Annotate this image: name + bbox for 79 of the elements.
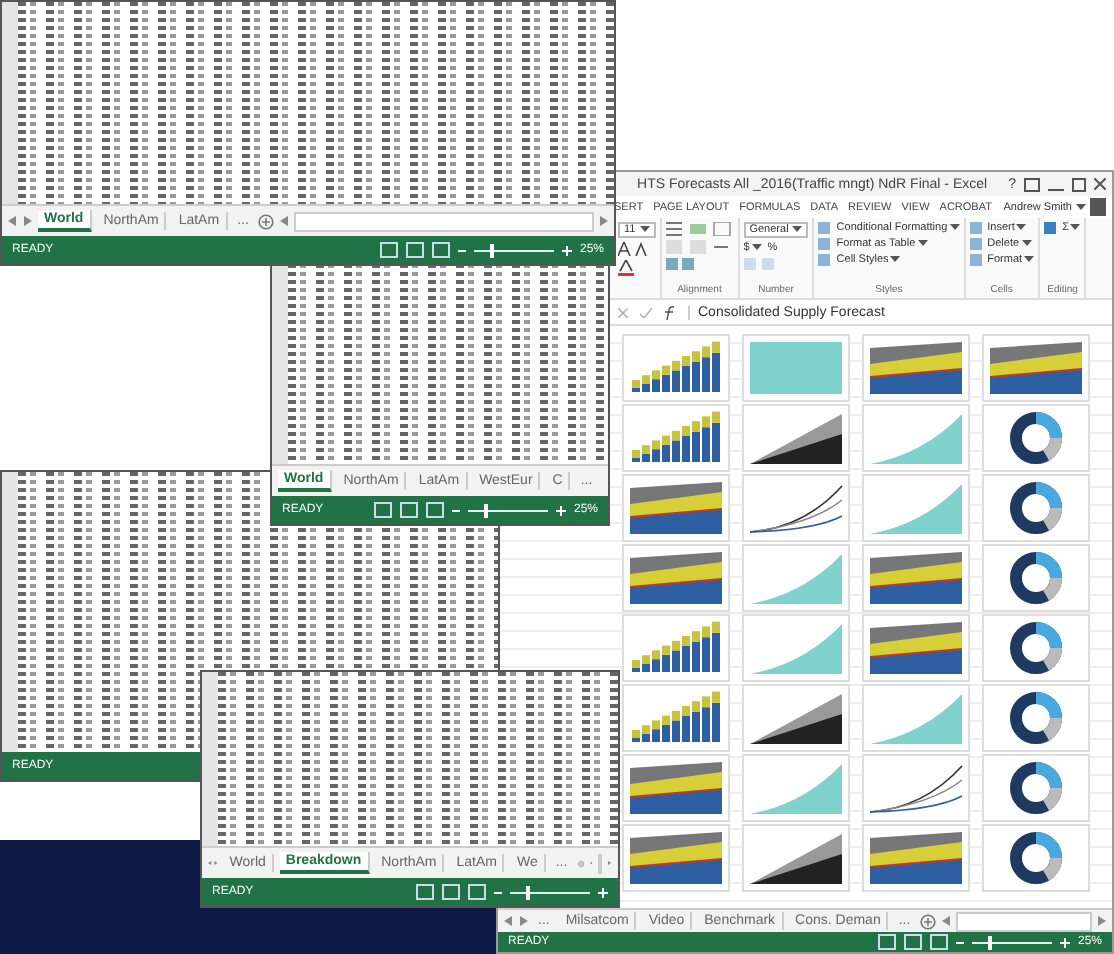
donut-chart-drawing [982,474,1090,542]
page-layout-icon[interactable] [405,242,424,258]
area-chart-drawing [862,404,970,472]
scroll-right-icon[interactable] [1098,916,1106,926]
page-break-icon[interactable] [929,934,948,950]
caret-icon [917,240,928,248]
page-break-icon[interactable] [425,502,444,518]
donut-chart-drawing [982,754,1090,822]
donut-chart-drawing [982,544,1090,612]
font-size-icon[interactable] [618,242,650,256]
area-chart-drawing [742,614,850,682]
donut-chart-drawing [982,684,1090,752]
stacked-area-chart-drawing [862,544,970,612]
horizontal-scrollbar[interactable] [956,911,1092,931]
caret-icon [751,244,762,252]
font-color-icon[interactable] [618,260,634,276]
stacked-area-chart-drawing [862,334,970,402]
ribbon-command-icon [1044,222,1057,234]
normal-view-icon[interactable] [373,502,392,518]
stacked-area-chart-drawing [862,824,970,892]
bar-chart-drawing [622,334,730,402]
bar-chart-drawing [622,404,730,472]
stacked-area-chart-drawing [862,614,970,682]
area-chart-drawing [742,754,850,822]
horizontal-scrollbar[interactable] [294,211,594,231]
area-chart-drawing [742,404,850,472]
caret-icon [1070,224,1081,232]
page-break-icon[interactable] [468,884,486,900]
stacked-area-chart-drawing [622,474,730,542]
sheet-scroll-arrows-icon[interactable] [504,916,528,926]
stacked-area-chart-drawing [982,334,1090,402]
scroll-left-icon[interactable] [942,916,951,926]
zoom-in-icon[interactable] [555,505,566,515]
ribbon-display-icon[interactable] [1024,177,1040,191]
normal-view-icon[interactable] [379,242,398,258]
close-icon[interactable] [1094,178,1106,190]
page-break-icon[interactable] [431,242,450,258]
area-chart-drawing [862,474,970,542]
area-chart-drawing [742,684,850,752]
caret-icon [890,256,901,264]
line-chart-drawing [862,754,970,822]
add-sheet-icon[interactable] [258,213,275,229]
zoom-in-icon[interactable] [561,245,572,255]
page-layout-icon[interactable] [442,884,460,900]
scroll-right-icon[interactable] [600,216,608,226]
enter-icon[interactable] [640,307,652,317]
text-align-icon[interactable] [665,240,734,254]
horizontal-scrollbar[interactable] [598,853,603,873]
donut-chart-drawing [982,614,1090,682]
caret-icon [639,226,650,234]
caret-icon [1076,203,1086,211]
add-sheet-icon[interactable] [920,913,937,929]
sheet-scroll-arrows-icon[interactable] [208,858,218,868]
normal-view-icon[interactable] [877,934,896,950]
caret-icon [949,224,960,232]
page-layout-icon[interactable] [399,502,418,518]
area-chart-drawing [862,684,970,752]
normal-view-icon[interactable] [416,884,434,900]
caret-icon [792,226,803,234]
zoom-slider-thumb[interactable] [987,935,992,949]
sheet-scroll-arrows-icon[interactable] [8,216,32,226]
zoom-slider-thumb[interactable] [489,243,494,257]
cancel-icon[interactable] [618,307,628,317]
donut-chart-drawing [982,404,1090,472]
line-chart-drawing [742,474,850,542]
align-icon[interactable] [665,222,734,236]
insert-function-icon[interactable] [664,305,676,319]
maximize-icon[interactable] [1072,177,1086,191]
zoom-in-icon[interactable] [598,887,608,897]
page-layout-icon[interactable] [903,934,922,950]
user-avatar [1090,198,1106,216]
area-chart-drawing [742,824,850,892]
zoom-slider-thumb[interactable] [483,503,488,517]
area-chart-drawing [742,334,850,402]
area-chart-drawing [742,544,850,612]
scroll-left-icon[interactable] [280,216,289,226]
donut-chart-drawing [982,824,1090,892]
zoom-in-icon[interactable] [1059,937,1070,947]
stacked-area-chart-drawing [622,544,730,612]
